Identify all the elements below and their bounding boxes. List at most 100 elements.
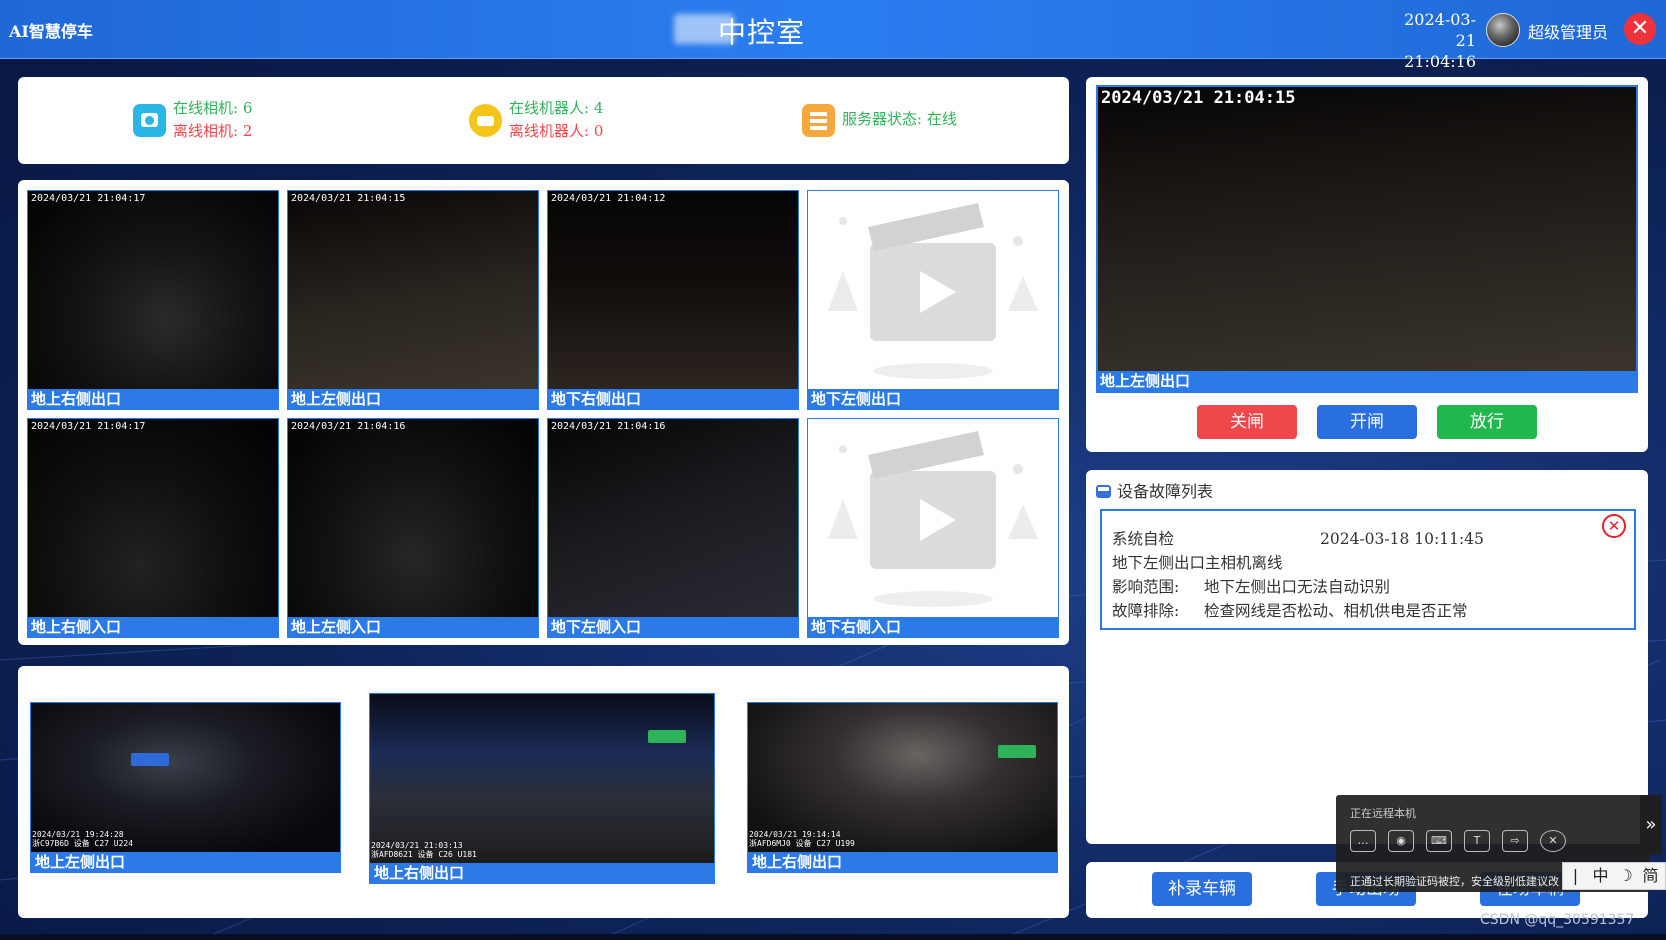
camera-label: 地上左侧入口 — [288, 617, 538, 637]
chat-icon[interactable]: … — [1350, 830, 1376, 852]
fault-list-title: 设备故障列表 — [1117, 482, 1214, 501]
capture-panel: 2024/03/21 19:24:28 浙C97B6D 设备 C27 U224 地… — [18, 666, 1069, 918]
ime-separator: | — [1572, 866, 1579, 885]
capture-stamp: 2024/03/21 19:24:28 浙C97B6D 设备 C27 U224 — [32, 830, 134, 848]
camera-tile[interactable]: 2024/03/21 21:04:16 地下左侧入口 — [547, 418, 799, 638]
user-name[interactable]: 超级管理员 — [1528, 19, 1608, 43]
camera-label: 地上左侧出口 — [288, 389, 538, 409]
video-placeholder-icon — [828, 431, 1038, 607]
close-icon[interactable]: ✕ — [1540, 830, 1566, 852]
ime-chinese-toggle[interactable]: 中 — [1588, 863, 1613, 889]
license-plate — [648, 730, 686, 743]
capture-image — [370, 694, 714, 863]
top-header: AI智慧停车 中控室 2024-03-21 21:04:16 超级管理员 ✕ — [0, 0, 1666, 71]
file-icon[interactable]: ⇨ — [1502, 830, 1528, 852]
video-placeholder — [808, 419, 1058, 617]
main-timestamp: 2024/03/21 21:04:15 — [1101, 88, 1296, 108]
offline-robots: 离线机器人: 0 — [509, 122, 604, 140]
page-title: 中控室 — [718, 16, 806, 49]
camera-tile-offline[interactable]: 地下右侧入口 — [807, 418, 1059, 638]
camera-feed — [288, 419, 538, 617]
fault-fix: 故障排除: 检查网线是否松动、相机供电是否正常 — [1112, 602, 1468, 620]
camera-tile[interactable]: 2024/03/21 21:04:17 地上右侧出口 — [27, 190, 279, 410]
keyboard-icon[interactable]: ⌨ — [1426, 830, 1452, 852]
camera-tile-offline[interactable]: 地下左侧出口 — [807, 190, 1059, 410]
license-plate — [131, 753, 169, 766]
camera-timestamp: 2024/03/21 21:04:15 — [291, 193, 406, 204]
camera-icon — [133, 104, 166, 137]
capture-stamp: 2024/03/21 21:03:13 浙AFD8621 设备 C26 U181 — [371, 841, 477, 859]
clock-time: 21:04:16 — [1404, 52, 1476, 71]
fault-time: 2024-03-18 10:11:45 — [1320, 530, 1484, 548]
main-view-panel: 2024/03/21 21:04:15 地上左侧出口 关闸 开闸 放行 — [1086, 77, 1648, 452]
camera-feed — [548, 419, 798, 617]
server-icon — [802, 104, 835, 137]
camera-timestamp: 2024/03/21 21:04:16 — [551, 421, 666, 432]
open-gate-button[interactable]: 开闸 — [1317, 405, 1417, 439]
release-button[interactable]: 放行 — [1437, 405, 1537, 439]
expand-icon[interactable]: » — [1640, 795, 1662, 855]
avatar[interactable] — [1486, 13, 1520, 47]
mic-icon[interactable]: ◉ — [1388, 830, 1414, 852]
robot-icon — [469, 104, 502, 137]
fault-scope: 影响范围: 地下左侧出口无法自动识别 — [1112, 578, 1391, 596]
camera-label: 地下左侧出口 — [808, 389, 1058, 409]
server-status-text: 服务器状态: 在线 — [842, 110, 957, 128]
camera-feed — [28, 419, 278, 617]
main-camera-view[interactable]: 2024/03/21 21:04:15 地上左侧出口 — [1096, 85, 1638, 393]
camera-label: 地下右侧出口 — [548, 389, 798, 409]
camera-feed — [288, 191, 538, 389]
camera-tile[interactable]: 2024/03/21 21:04:12 地下右侧出口 — [547, 190, 799, 410]
video-placeholder-icon — [828, 203, 1038, 379]
clock: 2024-03-21 21:04:16 — [1386, 9, 1476, 72]
capture-stamp: 2024/03/21 19:14:14 浙AFD6MJ0 设备 C27 U199 — [749, 830, 855, 848]
camera-tile[interactable]: 2024/03/21 21:04:17 地上右侧入口 — [27, 418, 279, 638]
dismiss-fault-icon[interactable]: ✕ — [1602, 514, 1626, 538]
capture-label: 地上左侧出口 — [31, 852, 340, 872]
camera-label: 地下右侧入口 — [808, 617, 1058, 637]
camera-feed — [548, 191, 798, 389]
camera-tile[interactable]: 2024/03/21 21:04:15 地上左侧出口 — [287, 190, 539, 410]
camera-label: 地上右侧入口 — [28, 617, 278, 637]
fault-list-header: 设备故障列表 — [1096, 478, 1213, 502]
remote-notice: 正通过长期验证码被控，安全级别低建议改 — [1350, 875, 1559, 888]
video-placeholder — [808, 191, 1058, 389]
close-gate-button[interactable]: 关闸 — [1197, 405, 1297, 439]
camera-timestamp: 2024/03/21 21:04:17 — [31, 421, 146, 432]
ime-simplified-toggle[interactable]: 简 — [1638, 863, 1663, 889]
moon-icon[interactable]: ☽ — [1613, 863, 1638, 889]
fault-item: 系统自检 2024-03-18 10:11:45 地下左侧出口主相机离线 影响范… — [1100, 509, 1636, 630]
remote-tools: … ◉ ⌨ T ⇨ ✕ — [1350, 829, 1578, 852]
clock-date: 2024-03-21 — [1404, 10, 1476, 50]
camera-tile[interactable]: 2024/03/21 21:04:16 地上左侧入口 — [287, 418, 539, 638]
camera-grid: 2024/03/21 21:04:17 地上右侧出口 2024/03/21 21… — [18, 180, 1069, 645]
capture-tile[interactable]: 2024/03/21 19:24:28 浙C97B6D 设备 C27 U224 地… — [30, 702, 341, 873]
capture-label: 地上右侧出口 — [748, 852, 1057, 872]
ime-bar: | 中 ☽ 简 — [1562, 862, 1666, 890]
remote-title: 正在远程本机 — [1350, 807, 1416, 820]
license-plate — [998, 745, 1036, 758]
bus-icon — [1096, 485, 1111, 498]
fault-list-panel: 设备故障列表 系统自检 2024-03-18 10:11:45 地下左侧出口主相… — [1086, 470, 1648, 844]
main-camera-label: 地上左侧出口 — [1098, 371, 1636, 391]
online-cameras: 在线相机: 6 — [173, 99, 253, 117]
offline-cameras: 离线相机: 2 — [173, 122, 253, 140]
camera-label: 地下左侧入口 — [548, 617, 798, 637]
fault-description: 地下左侧出口主相机离线 — [1112, 554, 1283, 572]
bottom-strip — [0, 934, 1666, 940]
camera-feed — [28, 191, 278, 389]
add-vehicle-button[interactable]: 补录车辆 — [1152, 872, 1252, 906]
main-camera-feed — [1098, 87, 1636, 371]
camera-timestamp: 2024/03/21 21:04:16 — [291, 421, 406, 432]
capture-tile[interactable]: 2024/03/21 21:03:13 浙AFD8621 设备 C26 U181 … — [369, 693, 715, 884]
status-panel: 在线相机: 6 离线相机: 2 在线机器人: 4 离线机器人: 0 服务器状态:… — [18, 77, 1069, 164]
text-icon[interactable]: T — [1464, 830, 1490, 852]
online-robots: 在线机器人: 4 — [509, 99, 604, 117]
camera-timestamp: 2024/03/21 21:04:12 — [551, 193, 666, 204]
capture-tile[interactable]: 2024/03/21 19:14:14 浙AFD6MJ0 设备 C27 U199 … — [747, 702, 1058, 873]
capture-label: 地上右侧出口 — [370, 863, 714, 883]
close-window-button[interactable]: ✕ — [1624, 13, 1656, 45]
brand-logo-text: AI智慧停车 — [9, 22, 93, 41]
watermark: CSDN @qq_30591357 — [1480, 912, 1635, 928]
camera-label: 地上右侧出口 — [28, 389, 278, 409]
